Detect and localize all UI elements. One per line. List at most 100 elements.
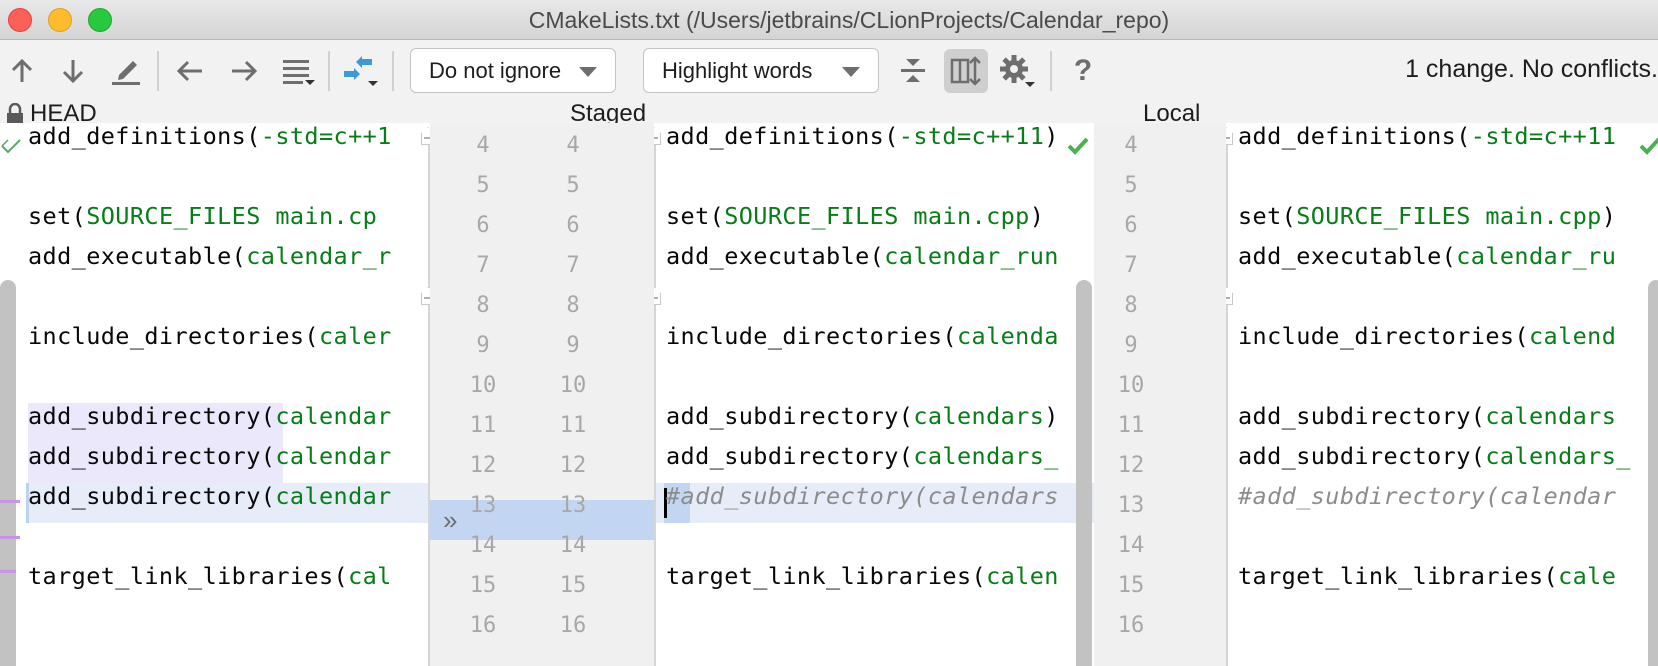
line-number: 8 [566, 293, 580, 318]
arrow-left-icon[interactable] [170, 51, 210, 91]
editor-local[interactable]: add_definitions(-std=c++11 set(SOURCE_FIL… [1226, 123, 1658, 666]
line-number: 10 [469, 373, 497, 398]
code-argument: cal [348, 562, 392, 590]
code-line: set(SOURCE_FILES main.cpp) [1238, 196, 1616, 236]
code-token: add_definitions( [666, 123, 899, 150]
pencil-icon[interactable] [106, 51, 146, 91]
code-line: set(SOURCE_FILES main.cpp) [666, 196, 1044, 236]
code-token: add_subdirectory( [666, 442, 914, 470]
line-number: 6 [476, 213, 490, 238]
toolbar-separator [1050, 51, 1052, 91]
line-number: 12 [559, 453, 587, 478]
help-button[interactable]: ? [1063, 51, 1103, 91]
line-number: 11 [469, 413, 497, 438]
list-menu-icon[interactable] [278, 51, 318, 91]
line-number: 9 [476, 333, 490, 358]
code-argument: caler [318, 322, 392, 350]
arrow-right-icon[interactable] [224, 51, 264, 91]
fold-guide [1226, 133, 1228, 666]
fold-marker-icon[interactable] [654, 127, 661, 145]
code-token: set( [666, 202, 725, 230]
code-token: ) [1044, 402, 1059, 430]
line-number: 5 [476, 173, 490, 198]
code-line: #add_subdirectory(calendars [666, 476, 1059, 516]
code-line: target_link_libraries(calen [666, 556, 1059, 596]
line-number: 15 [1117, 573, 1145, 598]
code-token: add_subdirectory( [1238, 402, 1486, 430]
merge-arrows-icon[interactable] [340, 51, 380, 91]
code-token: add_executable( [1238, 242, 1457, 270]
change-marker [0, 536, 20, 539]
code-token: add_executable( [666, 242, 885, 270]
code-argument: -std=c++11 [1470, 123, 1617, 150]
collapse-unchanged-icon[interactable] [893, 51, 933, 91]
scrollbar-staged[interactable] [1076, 280, 1092, 666]
line-number: 15 [559, 573, 587, 598]
status-text: 1 change. No conflicts. [1405, 55, 1658, 83]
line-number: 12 [1117, 453, 1145, 478]
fold-marker-icon[interactable] [421, 287, 430, 305]
change-marker [0, 570, 16, 573]
gear-icon[interactable] [997, 51, 1037, 91]
line-number: 12 [469, 453, 497, 478]
code-argument: SOURCE_FILES main.cpp [1296, 202, 1602, 230]
code-token: include_directories( [28, 322, 319, 350]
scrollbar-head[interactable] [0, 280, 16, 666]
code-token: add_definitions( [28, 123, 261, 150]
code-line: add_executable(calendar_ru [1238, 236, 1616, 276]
code-argument: calendar [275, 402, 392, 430]
line-number: 5 [1124, 173, 1138, 198]
editor-head[interactable]: add_definitions(-std=c++1 set(SOURCE_FILE… [0, 123, 430, 666]
code-line: target_link_libraries(cale [1238, 556, 1616, 596]
toolbar: Do not ignore Highlight words ? 1 change… [0, 41, 1658, 101]
line-number: 9 [566, 333, 580, 358]
code-token: add_subdirectory( [28, 482, 276, 510]
line-number: 13 [469, 493, 497, 518]
line-number: 4 [1124, 133, 1138, 158]
window-title: CMakeLists.txt (/Users/jetbrains/CLionPr… [528, 7, 1170, 33]
toolbar-separator [328, 51, 330, 91]
scrollbar-local[interactable] [1648, 280, 1658, 666]
line-number: 14 [1117, 533, 1145, 558]
line-number: 8 [1124, 293, 1138, 318]
sync-scroll-icon[interactable] [944, 49, 988, 93]
gutter-head-staged: 4 5 6 7 8 9 10 11 12 13 14 15 16 4 5 6 7 8 9 10 11 12 13 14 15 1… [430, 123, 654, 666]
code-token: ( [260, 442, 276, 470]
fold-guide [654, 133, 656, 666]
code-token: include_directories( [666, 322, 957, 350]
code-argument: -std=c++11 [898, 123, 1045, 150]
code-argument: SOURCE_FILES main.cp [86, 202, 378, 230]
line-number: 5 [566, 173, 580, 198]
line-number: 15 [469, 573, 497, 598]
line-number: 7 [566, 253, 580, 278]
arrow-down-icon[interactable] [53, 51, 93, 91]
editor-staged[interactable]: add_definitions(-std=c++11) set(SOURCE_FI… [654, 123, 1094, 666]
code-comment: #add_subdirectory(calendar [1238, 482, 1617, 510]
code-line: add_subdirectory(calendar [28, 476, 392, 516]
code-token: add_executable( [28, 242, 247, 270]
line-number: 4 [476, 133, 490, 158]
line-number: 7 [1124, 253, 1138, 278]
code-token: target_link_libraries( [1238, 562, 1559, 590]
ignore-whitespace-dropdown[interactable]: Do not ignore [410, 48, 616, 93]
arrow-up-icon[interactable] [2, 51, 42, 91]
fold-marker-icon[interactable] [1226, 287, 1233, 305]
double-chevron-right-icon[interactable]: » [443, 500, 457, 540]
fold-marker-icon[interactable] [421, 127, 430, 145]
line-number: 9 [1124, 333, 1138, 358]
toolbar-separator [392, 51, 394, 91]
code-argument: calendar [275, 482, 392, 510]
code-argument: calen [986, 562, 1059, 590]
code-token: target_link_libraries( [666, 562, 987, 590]
code-token: add_definitions( [1238, 123, 1471, 150]
code-line: include_directories(caler [28, 316, 392, 356]
fold-marker-icon[interactable] [1226, 127, 1233, 145]
toolbar-separator [157, 51, 159, 91]
code-argument: calendars [913, 402, 1045, 430]
highlight-mode-dropdown[interactable]: Highlight words [643, 48, 879, 93]
change-marker [0, 500, 20, 503]
code-argument: -std=c++1 [260, 123, 392, 150]
fold-marker-icon[interactable] [654, 287, 661, 305]
code-line: include_directories(calenda [666, 316, 1059, 356]
code-token: ) [1029, 202, 1045, 230]
